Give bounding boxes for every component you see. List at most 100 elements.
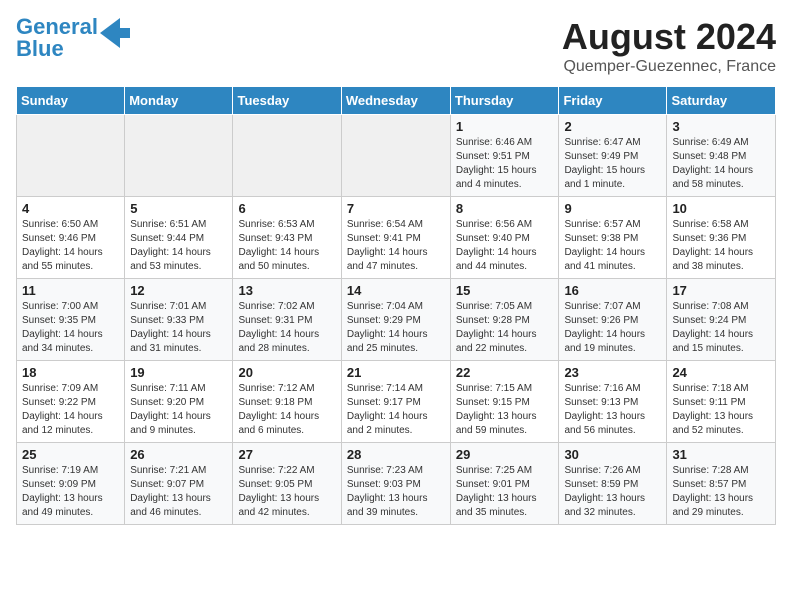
calendar-cell: 25 Sunrise: 7:19 AM Sunset: 9:09 PM Dayli… [17, 443, 125, 525]
day-number: 13 [238, 283, 335, 298]
day-info: Sunrise: 7:19 AM Sunset: 9:09 PM Dayligh… [22, 464, 119, 520]
calendar-cell: 4Sunrise: 6:50 AM Sunset: 9:46 PM Daylig… [17, 197, 125, 279]
day-number: 18 [22, 365, 119, 380]
day-number: 2 [564, 119, 661, 134]
page-title: August 2024 [562, 16, 776, 58]
calendar-cell: 7 Sunrise: 6:54 AM Sunset: 9:41 PM Daylig… [341, 197, 450, 279]
calendar-cell: 18Sunrise: 7:09 AM Sunset: 9:22 PM Dayli… [17, 361, 125, 443]
day-info: Sunrise: 7:16 AM Sunset: 9:13 PM Dayligh… [564, 382, 661, 438]
calendar-cell: 6Sunrise: 6:53 AM Sunset: 9:43 PM Daylig… [233, 197, 341, 279]
day-number: 10 [672, 201, 770, 216]
day-info: Sunrise: 7:23 AM Sunset: 9:03 PM Dayligh… [347, 464, 445, 520]
calendar-cell: 29 Sunrise: 7:25 AM Sunset: 9:01 PM Dayli… [450, 443, 559, 525]
calendar-cell: 11 Sunrise: 7:00 AM Sunset: 9:35 PM Dayli… [17, 279, 125, 361]
day-info: Sunrise: 6:57 AM Sunset: 9:38 PM Dayligh… [564, 218, 661, 274]
page-subtitle: Quemper-Guezennec, France [562, 58, 776, 76]
calendar-cell [125, 115, 233, 197]
calendar-cell: 15Sunrise: 7:05 AM Sunset: 9:28 PM Dayli… [450, 279, 559, 361]
day-header-sunday: Sunday [17, 87, 125, 115]
day-info: Sunrise: 6:51 AM Sunset: 9:44 PM Dayligh… [130, 218, 227, 274]
calendar-table: SundayMondayTuesdayWednesdayThursdayFrid… [16, 86, 776, 525]
day-info: Sunrise: 7:21 AM Sunset: 9:07 PM Dayligh… [130, 464, 227, 520]
calendar-cell: 14 Sunrise: 7:04 AM Sunset: 9:29 PM Dayli… [341, 279, 450, 361]
day-number: 21 [347, 365, 445, 380]
calendar-cell: 16 Sunrise: 7:07 AM Sunset: 9:26 PM Dayli… [559, 279, 667, 361]
calendar-cell: 12 Sunrise: 7:01 AM Sunset: 9:33 PM Dayli… [125, 279, 233, 361]
day-number: 1 [456, 119, 554, 134]
calendar-cell: 3 Sunrise: 6:49 AM Sunset: 9:48 PM Daylig… [667, 115, 776, 197]
calendar-cell: 28 Sunrise: 7:23 AM Sunset: 9:03 PM Dayli… [341, 443, 450, 525]
calendar-week-row: 1 Sunrise: 6:46 AM Sunset: 9:51 PM Daylig… [17, 115, 776, 197]
day-number: 9 [564, 201, 661, 216]
title-block: August 2024 Quemper-Guezennec, France [562, 16, 776, 76]
day-info: Sunrise: 7:01 AM Sunset: 9:33 PM Dayligh… [130, 300, 227, 356]
day-info: Sunrise: 7:02 AM Sunset: 9:31 PM Dayligh… [238, 300, 335, 356]
day-info: Sunrise: 6:50 AM Sunset: 9:46 PM Dayligh… [22, 218, 119, 274]
day-info: Sunrise: 7:12 AM Sunset: 9:18 PM Dayligh… [238, 382, 335, 438]
day-info: Sunrise: 6:54 AM Sunset: 9:41 PM Dayligh… [347, 218, 445, 274]
day-number: 28 [347, 447, 445, 462]
calendar-cell: 23 Sunrise: 7:16 AM Sunset: 9:13 PM Dayli… [559, 361, 667, 443]
day-number: 12 [130, 283, 227, 298]
calendar-cell [17, 115, 125, 197]
day-number: 19 [130, 365, 227, 380]
calendar-cell: 5 Sunrise: 6:51 AM Sunset: 9:44 PM Daylig… [125, 197, 233, 279]
day-info: Sunrise: 6:53 AM Sunset: 9:43 PM Dayligh… [238, 218, 335, 274]
day-info: Sunrise: 7:07 AM Sunset: 9:26 PM Dayligh… [564, 300, 661, 356]
calendar-cell: 26Sunrise: 7:21 AM Sunset: 9:07 PM Dayli… [125, 443, 233, 525]
calendar-cell: 22Sunrise: 7:15 AM Sunset: 9:15 PM Dayli… [450, 361, 559, 443]
day-number: 17 [672, 283, 770, 298]
day-number: 3 [672, 119, 770, 134]
calendar-cell: 20 Sunrise: 7:12 AM Sunset: 9:18 PM Dayli… [233, 361, 341, 443]
logo: GeneralBlue [16, 16, 130, 60]
day-info: Sunrise: 7:26 AM Sunset: 8:59 PM Dayligh… [564, 464, 661, 520]
day-info: Sunrise: 7:25 AM Sunset: 9:01 PM Dayligh… [456, 464, 554, 520]
calendar-week-row: 4Sunrise: 6:50 AM Sunset: 9:46 PM Daylig… [17, 197, 776, 279]
calendar-cell [233, 115, 341, 197]
day-number: 11 [22, 283, 119, 298]
day-header-tuesday: Tuesday [233, 87, 341, 115]
day-number: 23 [564, 365, 661, 380]
calendar-cell: 19Sunrise: 7:11 AM Sunset: 9:20 PM Dayli… [125, 361, 233, 443]
calendar-header-row: SundayMondayTuesdayWednesdayThursdayFrid… [17, 87, 776, 115]
day-number: 16 [564, 283, 661, 298]
day-number: 15 [456, 283, 554, 298]
day-info: Sunrise: 6:56 AM Sunset: 9:40 PM Dayligh… [456, 218, 554, 274]
calendar-cell: 24Sunrise: 7:18 AM Sunset: 9:11 PM Dayli… [667, 361, 776, 443]
day-number: 25 [22, 447, 119, 462]
day-info: Sunrise: 7:00 AM Sunset: 9:35 PM Dayligh… [22, 300, 119, 356]
calendar-cell [341, 115, 450, 197]
day-info: Sunrise: 7:28 AM Sunset: 8:57 PM Dayligh… [672, 464, 770, 520]
calendar-cell: 9 Sunrise: 6:57 AM Sunset: 9:38 PM Daylig… [559, 197, 667, 279]
day-number: 5 [130, 201, 227, 216]
day-info: Sunrise: 6:46 AM Sunset: 9:51 PM Dayligh… [456, 136, 554, 192]
logo-arrow-icon [100, 18, 130, 48]
day-number: 30 [564, 447, 661, 462]
day-number: 29 [456, 447, 554, 462]
day-header-saturday: Saturday [667, 87, 776, 115]
logo-text: GeneralBlue [16, 16, 98, 60]
calendar-cell: 10 Sunrise: 6:58 AM Sunset: 9:36 PM Dayli… [667, 197, 776, 279]
calendar-cell: 1 Sunrise: 6:46 AM Sunset: 9:51 PM Daylig… [450, 115, 559, 197]
day-info: Sunrise: 6:58 AM Sunset: 9:36 PM Dayligh… [672, 218, 770, 274]
day-number: 20 [238, 365, 335, 380]
calendar-week-row: 25 Sunrise: 7:19 AM Sunset: 9:09 PM Dayli… [17, 443, 776, 525]
day-header-wednesday: Wednesday [341, 87, 450, 115]
calendar-cell: 13 Sunrise: 7:02 AM Sunset: 9:31 PM Dayli… [233, 279, 341, 361]
day-number: 14 [347, 283, 445, 298]
day-number: 24 [672, 365, 770, 380]
day-number: 7 [347, 201, 445, 216]
day-number: 22 [456, 365, 554, 380]
day-header-thursday: Thursday [450, 87, 559, 115]
page-header: GeneralBlue August 2024 Quemper-Guezenne… [16, 16, 776, 76]
calendar-cell: 2 Sunrise: 6:47 AM Sunset: 9:49 PM Daylig… [559, 115, 667, 197]
calendar-cell: 27 Sunrise: 7:22 AM Sunset: 9:05 PM Dayli… [233, 443, 341, 525]
day-info: Sunrise: 7:04 AM Sunset: 9:29 PM Dayligh… [347, 300, 445, 356]
day-info: Sunrise: 6:47 AM Sunset: 9:49 PM Dayligh… [564, 136, 661, 192]
day-info: Sunrise: 7:14 AM Sunset: 9:17 PM Dayligh… [347, 382, 445, 438]
day-number: 27 [238, 447, 335, 462]
day-info: Sunrise: 7:22 AM Sunset: 9:05 PM Dayligh… [238, 464, 335, 520]
calendar-week-row: 11 Sunrise: 7:00 AM Sunset: 9:35 PM Dayli… [17, 279, 776, 361]
day-info: Sunrise: 6:49 AM Sunset: 9:48 PM Dayligh… [672, 136, 770, 192]
day-info: Sunrise: 7:08 AM Sunset: 9:24 PM Dayligh… [672, 300, 770, 356]
